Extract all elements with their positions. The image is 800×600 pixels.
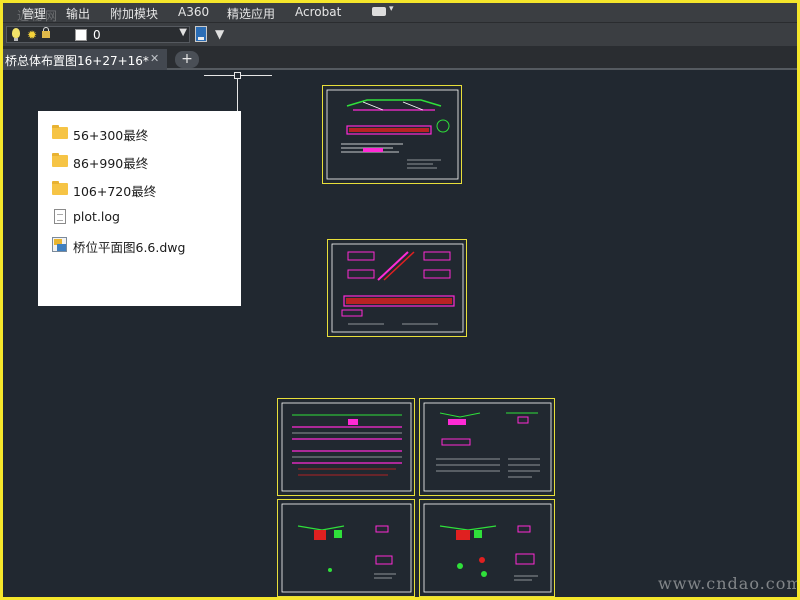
window-icon[interactable] — [372, 7, 386, 16]
lightbulb-base — [14, 38, 18, 41]
sheet-drawing — [423, 402, 552, 492]
list-item-label: plot.log — [73, 209, 120, 224]
folder-icon — [52, 125, 68, 139]
lightbulb-icon[interactable] — [12, 28, 20, 38]
layer-color-swatch — [75, 29, 87, 41]
lock-icon[interactable] — [42, 31, 50, 38]
dwg-file-icon — [52, 237, 67, 252]
drawing-sheet[interactable] — [322, 85, 462, 184]
list-item-label: 106+720最终 — [73, 184, 157, 199]
chevron-down-icon[interactable]: ▼ — [215, 27, 224, 41]
layer-name: 0 — [93, 28, 101, 42]
layer-dropdown[interactable]: ✹ 0 ▼ — [6, 26, 190, 43]
list-item-label: 86+990最终 — [73, 156, 149, 171]
drawing-sheet[interactable] — [327, 239, 467, 337]
folder-icon — [52, 181, 68, 195]
menu-addins[interactable]: 附加模块 — [110, 5, 158, 22]
sheet-drawing — [281, 402, 412, 492]
document-tab-bar: 桥总体布置图16+27+16* ✕ + — [3, 46, 797, 70]
list-item[interactable]: plot.log — [52, 206, 237, 228]
text-file-icon — [54, 209, 66, 224]
layer-toolbar: ✹ 0 ▼ ▼ — [3, 22, 797, 46]
watermark-bottom: www.cndao.com — [658, 574, 797, 593]
list-item[interactable]: 106+720最终 — [52, 178, 237, 200]
new-tab-button[interactable]: + — [175, 51, 199, 68]
drawing-sheet[interactable] — [419, 398, 555, 496]
drawing-sheet[interactable] — [277, 398, 415, 496]
tab-label: 桥总体布置图16+27+16* — [5, 54, 149, 68]
menu-featured-apps[interactable]: 精选应用 — [227, 5, 275, 22]
menu-manage[interactable]: 管理 — [22, 5, 46, 22]
menu-output[interactable]: 输出 — [66, 5, 90, 22]
chevron-down-icon[interactable]: ▾ — [389, 4, 394, 14]
close-icon[interactable]: ✕ — [150, 52, 159, 65]
menu-a360[interactable]: A360 — [178, 5, 209, 19]
sheet-drawing — [281, 503, 412, 593]
drawing-sheet[interactable] — [277, 499, 415, 597]
file-list-popup: 56+300最终 86+990最终 106+720最终 plot.log 桥位平… — [38, 111, 241, 306]
list-item[interactable]: 桥位平面图6.6.dwg — [52, 234, 237, 256]
list-item[interactable]: 56+300最终 — [52, 122, 237, 144]
drawing-sheet[interactable] — [419, 499, 555, 597]
sheet-drawing — [423, 503, 552, 593]
sheet-drawing — [326, 89, 459, 180]
list-item-label: 桥位平面图6.6.dwg — [73, 240, 186, 255]
ribbon-menu-bar: 近秘网 管理 输出 附加模块 A360 精选应用 Acrobat ▾ — [3, 3, 797, 23]
layer-properties-icon[interactable] — [195, 26, 207, 42]
folder-icon — [52, 153, 68, 167]
tab-document[interactable]: 桥总体布置图16+27+16* ✕ — [3, 49, 167, 70]
cursor-pickbox — [234, 72, 241, 79]
chevron-down-icon[interactable]: ▼ — [179, 27, 187, 38]
sun-icon[interactable]: ✹ — [27, 29, 37, 41]
list-item-label: 56+300最终 — [73, 128, 149, 143]
menu-acrobat[interactable]: Acrobat — [295, 5, 341, 19]
cursor-crosshair-vertical — [237, 75, 238, 115]
sheet-drawing — [331, 243, 464, 333]
list-item[interactable]: 86+990最终 — [52, 150, 237, 172]
